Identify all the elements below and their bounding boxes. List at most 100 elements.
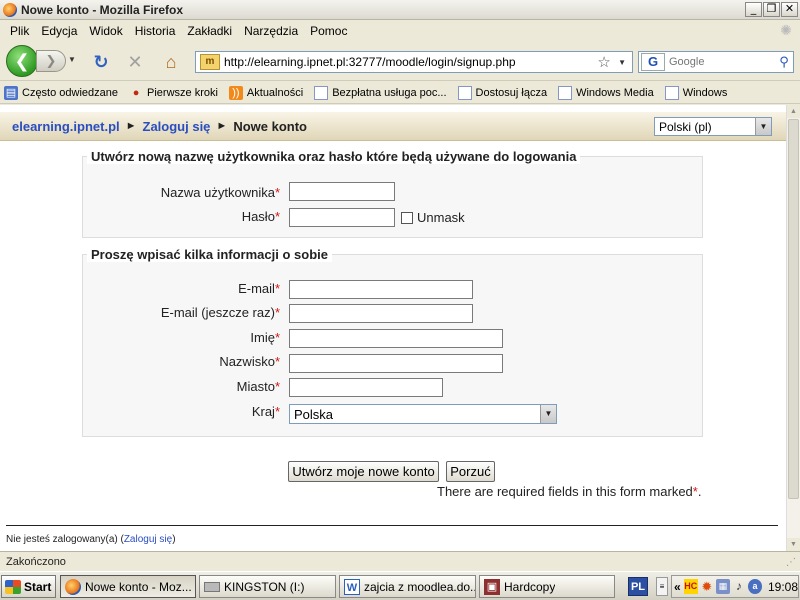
lastname-input[interactable] (289, 354, 503, 373)
breadcrumb-separator: ► (216, 120, 228, 132)
page-icon (664, 85, 679, 100)
clock[interactable]: 19:08 (768, 580, 798, 594)
email-input[interactable] (289, 280, 473, 299)
menu-narzedzia[interactable]: Narzędzia (238, 24, 304, 38)
create-account-button[interactable]: Utwórz moje nowe konto (288, 461, 439, 482)
required-fields-note: There are required fields in this form m… (437, 484, 702, 499)
city-row: Miasto* (0, 377, 280, 396)
menu-pomoc[interactable]: Pomoc (304, 24, 353, 38)
task-firefox[interactable]: Nowe konto - Moz... (60, 575, 196, 598)
search-input[interactable] (665, 56, 775, 68)
chevron-down-icon[interactable]: ▼ (540, 405, 556, 423)
bookmark-pierwsze-kroki[interactable]: ● Pierwsze kroki (129, 86, 218, 100)
footer-divider (6, 525, 778, 526)
resize-grip-icon[interactable]: ⋰ (786, 557, 798, 569)
firstname-input[interactable] (289, 329, 503, 348)
restore-button[interactable]: ❐ (763, 2, 780, 17)
start-button[interactable]: Start (1, 575, 56, 598)
url-dropdown-icon[interactable]: ▼ (618, 58, 626, 67)
menu-zakladki[interactable]: Zakładki (181, 24, 238, 38)
email-label-text: E-mail (238, 281, 275, 296)
breadcrumb-site-link[interactable]: elearning.ipnet.pl (12, 119, 120, 134)
stop-icon[interactable]: ✕ (124, 52, 146, 72)
sun-tray-icon[interactable]: ✹ (700, 579, 714, 594)
required-star: * (274, 209, 280, 224)
minimize-button[interactable]: _ (745, 2, 762, 17)
bookmark-bezplatna-usluga[interactable]: Bezpłatna usługa poc... (314, 85, 447, 100)
url-bar[interactable]: m http://elearning.ipnet.pl:32777/moodle… (195, 51, 633, 73)
required-star: * (274, 305, 280, 320)
network-icon[interactable]: ▦ (715, 579, 730, 594)
required-star: * (274, 330, 280, 345)
password-input[interactable] (289, 208, 395, 227)
country-select[interactable]: Polska ▼ (289, 404, 557, 424)
email2-label: E-mail (jeszcze raz)* (161, 305, 280, 320)
back-button[interactable]: ❮ (6, 45, 38, 77)
city-input[interactable] (289, 378, 443, 397)
firstname-label: Imię* (250, 330, 280, 345)
reload-icon[interactable]: ↻ (90, 52, 112, 72)
navigation-toolbar: ❮ ❯ ▼ ↻ ✕ ⌂ m http://elearning.ipnet.pl:… (0, 41, 800, 81)
firstname-row: Imię* (0, 328, 280, 347)
login-info: Nie jesteś zalogowany(a) (Zaloguj się) (6, 534, 176, 545)
vertical-scrollbar[interactable]: ▲ ▼ (786, 105, 800, 551)
lastname-label: Nazwisko* (219, 354, 280, 369)
bookmark-czesto-odwiedzane[interactable]: ▤ Często odwiedzane (4, 85, 119, 100)
login-info-suffix: ) (172, 534, 176, 545)
history-dropdown-icon[interactable]: ▼ (68, 55, 76, 64)
google-engine-icon[interactable]: G (641, 53, 665, 71)
scroll-down-icon[interactable]: ▼ (787, 538, 800, 551)
email2-input[interactable] (289, 304, 473, 323)
bookmark-dostosuj-lacza[interactable]: Dostosuj łącza (457, 85, 548, 100)
email2-label-text: E-mail (jeszcze raz) (160, 305, 275, 320)
city-label: Miasto* (237, 379, 280, 394)
cancel-button[interactable]: Porzuć (446, 461, 495, 482)
tray-toggle-icon[interactable]: ≡ (656, 577, 668, 596)
home-icon[interactable]: ⌂ (160, 52, 182, 72)
menu-historia[interactable]: Historia (129, 24, 182, 38)
url-text[interactable]: http://elearning.ipnet.pl:32777/moodle/l… (224, 55, 596, 69)
search-icon[interactable]: ⚲ (775, 54, 793, 70)
unmask-checkbox[interactable] (401, 211, 413, 224)
bookmark-star-icon[interactable]: ☆ (596, 53, 612, 71)
language-indicator[interactable]: PL (628, 577, 648, 596)
bookmark-windows-media[interactable]: Windows Media (558, 85, 654, 100)
menu-widok[interactable]: Widok (83, 24, 128, 38)
menu-edycja[interactable]: Edycja (35, 24, 83, 38)
task-hardcopy[interactable]: ▣ Hardcopy (479, 575, 615, 598)
username-input[interactable] (289, 182, 395, 201)
volume-icon[interactable]: ♪ (732, 579, 746, 594)
scroll-up-icon[interactable]: ▲ (787, 105, 800, 118)
chevron-down-icon[interactable]: ▼ (755, 118, 771, 135)
menu-plik[interactable]: Plik (4, 24, 35, 38)
task-label: KINGSTON (I:) (224, 579, 305, 594)
required-star: * (692, 484, 698, 499)
bookmark-windows[interactable]: Windows (664, 85, 727, 100)
task-kingston[interactable]: KINGSTON (I:) (199, 575, 336, 598)
footer-login-link[interactable]: Zaloguj się (124, 534, 172, 545)
page-icon (558, 85, 573, 100)
email-row: E-mail* (0, 279, 280, 298)
hc-tray-icon[interactable]: HC (683, 579, 698, 594)
task-label: zajcia z moodlea.do... (364, 579, 475, 594)
task-label: Nowe konto - Moz... (85, 579, 192, 594)
language-selected: Polski (pl) (659, 119, 712, 134)
a-tray-icon[interactable]: a (747, 579, 762, 594)
forward-button[interactable]: ❯ (36, 50, 66, 72)
task-word-document[interactable]: W zajcia z moodlea.do... (339, 575, 476, 598)
unmask-option[interactable]: Unmask (401, 210, 465, 225)
bookmark-aktualnosci[interactable]: )) Aktualności (228, 85, 303, 100)
lastname-row: Nazwisko* (0, 352, 280, 371)
breadcrumb-login-link[interactable]: Zaloguj się (143, 119, 211, 134)
scroll-thumb[interactable] (788, 119, 799, 499)
language-select[interactable]: Polski (pl) ▼ (654, 117, 772, 136)
country-label: Kraj* (252, 404, 280, 419)
close-button[interactable]: ✕ (781, 2, 798, 17)
bookmark-label: Często odwiedzane (22, 86, 119, 99)
bookmark-label: Dostosuj łącza (475, 86, 548, 99)
rss-icon: )) (228, 85, 243, 100)
bookmark-label: Pierwsze kroki (147, 86, 218, 99)
required-star: * (274, 185, 280, 200)
tray-expand-icon[interactable]: « (674, 580, 681, 594)
status-text: Zakończono (6, 555, 66, 568)
